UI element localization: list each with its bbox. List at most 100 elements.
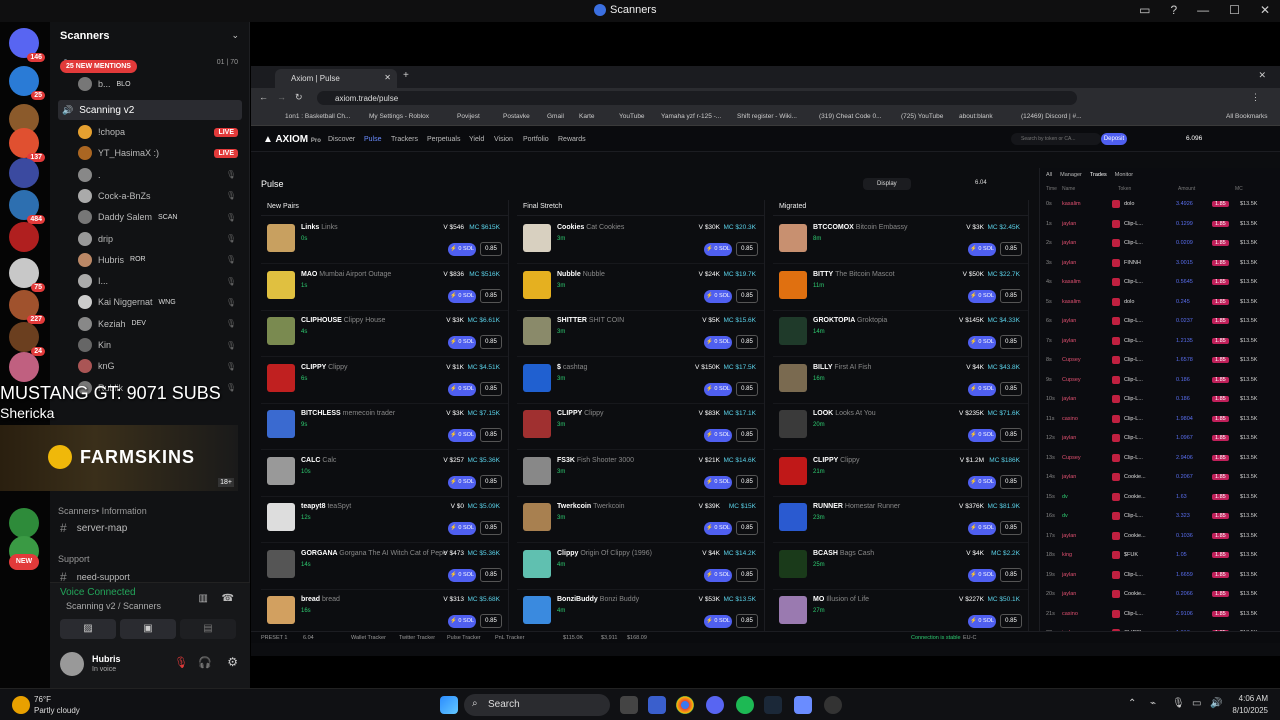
bookmark-item[interactable]: Gmail [547, 113, 564, 120]
quick-buy-button[interactable]: ⚡ 0 SOL [448, 615, 476, 628]
discord-icon[interactable] [706, 696, 724, 714]
token-card[interactable]: RUNNER Homestar Runner 23m V $376K MC $81.9… [773, 497, 1028, 543]
quick-buy-button[interactable]: ⚡ 0 SOL [968, 615, 996, 628]
footer-item[interactable]: Wallet Tracker [351, 635, 386, 641]
member-row[interactable]: . 🎙 [58, 165, 242, 185]
token-card[interactable]: Nubble Nubble 3m V $24K MC $19.7K ⚡ 0 SOL 0.8… [517, 265, 764, 311]
position-size[interactable]: 0.85 [736, 428, 758, 442]
tracker-tab[interactable]: All [1046, 172, 1052, 178]
server-icon[interactable]: 25 [9, 66, 45, 100]
footer-item[interactable]: 6.04 [303, 635, 314, 641]
quick-buy-button[interactable]: ⚡ 0 SOL [968, 336, 996, 349]
position-size[interactable]: 0.85 [480, 521, 502, 535]
trade-row[interactable]: 11s casino Clip-L... 1.9804 1.85 $13.5K [1044, 413, 1277, 426]
position-size[interactable]: 0.85 [480, 428, 502, 442]
voice-channel-scanning[interactable]: 🔊 Scanning v2 [58, 100, 242, 120]
bookmark-item[interactable]: (319) Cheat Code 0... [819, 113, 882, 120]
maximize-button[interactable]: ☐ [1229, 3, 1240, 17]
bookmark-item[interactable]: (12469) Discord | #... [1021, 113, 1082, 120]
app-icon[interactable] [794, 696, 812, 714]
member-row[interactable]: b... BLO [58, 74, 242, 94]
tracker-tab[interactable]: Trades [1090, 172, 1107, 178]
trade-row[interactable]: 6s jaylan Clip-L... 0.0237 1.85 $13.5K [1044, 315, 1277, 328]
quick-buy-button[interactable]: ⚡ 0 SOL [448, 522, 476, 535]
quick-buy-button[interactable]: ⚡ 0 SOL [448, 243, 476, 256]
quick-buy-button[interactable]: ⚡ 0 SOL [968, 382, 996, 396]
ad-banner[interactable]: FARMSKINS 18+ [0, 425, 238, 491]
tray-chevron-icon[interactable]: ⌃ [1128, 698, 1136, 709]
deposit-button[interactable]: Deposit [1101, 133, 1127, 145]
screen-share-button[interactable]: ▣ [120, 619, 176, 639]
position-size[interactable]: 0.85 [480, 242, 502, 256]
member-row[interactable]: Daddy Salem SCAN 🎙 [58, 207, 242, 227]
quick-buy-button[interactable]: ⚡ 0 SOL [704, 243, 732, 256]
token-card[interactable]: CLIPPY Clippy 6s V $1K MC $4.51K ⚡ 0 SOL 0.85 [261, 358, 508, 404]
bookmark-item[interactable]: Povijest [457, 113, 480, 120]
server-icon[interactable]: 137 [9, 128, 45, 162]
position-size[interactable]: 0.85 [480, 381, 502, 396]
url-input[interactable]: axiom.trade/pulse [317, 91, 1077, 105]
footer-item[interactable]: Pulse Tracker [447, 635, 481, 641]
obs-icon[interactable] [824, 696, 842, 714]
position-size[interactable]: 0.85 [736, 242, 758, 256]
quick-buy-button[interactable]: ⚡ 0 SOL [704, 336, 732, 349]
footer-item[interactable]: Twitter Tracker [399, 635, 435, 641]
position-size[interactable]: 0.85 [736, 288, 758, 303]
disconnect-icon[interactable]: ☎ [222, 593, 234, 604]
minimize-button[interactable]: — [1197, 3, 1209, 17]
quick-buy-button[interactable]: ⚡ 0 SOL [704, 522, 732, 535]
position-size[interactable]: 0.85 [1000, 381, 1022, 396]
position-size[interactable]: 0.85 [480, 614, 502, 628]
trade-row[interactable]: 18s king $FUK 1.05 1.85 $13.5K [1044, 549, 1277, 562]
clock[interactable]: 4:06 AM 8/10/2025 [1232, 693, 1268, 717]
display-icon[interactable]: ▭ [1192, 698, 1201, 709]
nav-vision[interactable]: Vision [494, 136, 513, 143]
token-card[interactable]: BITCHLESS memecoin trader 9s V $3K MC $7.15… [261, 404, 508, 450]
camera-off-button[interactable]: ▨ [60, 619, 116, 639]
category-support[interactable]: Support [58, 549, 242, 569]
position-size[interactable]: 0.85 [480, 288, 502, 303]
forward-icon[interactable]: → [277, 92, 286, 102]
weather-widget[interactable]: 76°F Partly cloudy [34, 694, 80, 716]
position-size[interactable]: 0.85 [736, 614, 758, 628]
bookmark-item[interactable]: (725) YouTube [901, 113, 943, 120]
close-window-button[interactable]: ✕ [1258, 70, 1266, 81]
quick-buy-button[interactable]: ⚡ 0 SOL [968, 289, 996, 303]
trade-row[interactable]: 10s jaylan Clip-L... 0.186 1.85 $13.5K [1044, 393, 1277, 406]
quick-buy-button[interactable]: ⚡ 0 SOL [968, 568, 996, 582]
nav-perpetuals[interactable]: Perpetuals [427, 136, 460, 143]
quick-buy-button[interactable]: ⚡ 0 SOL [968, 475, 996, 489]
server-icon[interactable] [9, 158, 39, 188]
balance-display[interactable]: 6.096 [1186, 135, 1202, 142]
quick-buy-button[interactable]: ⚡ 0 SOL [968, 243, 996, 256]
new-mentions-badge[interactable]: 25 NEW MENTIONS [60, 60, 137, 73]
display-button[interactable]: Display [863, 178, 911, 190]
token-card[interactable]: BCASH Bags Cash 25m V $4K MC $2.2K ⚡ 0 SOL 0.… [773, 544, 1028, 590]
trade-row[interactable]: 9s Cupsey Clip-L... 0.186 1.85 $13.5K [1044, 374, 1277, 387]
trade-row[interactable]: 0s kasalim dolo 3.4926 1.85 $13.5K [1044, 198, 1277, 211]
token-card[interactable]: Cookies Cat Cookies 3m V $30K MC $20.3K ⚡ 0 … [517, 218, 764, 264]
mic-muted-icon[interactable]: 🎙 [174, 656, 188, 669]
position-size[interactable]: 0.85 [1000, 474, 1022, 489]
reload-icon[interactable]: ↻ [295, 92, 303, 103]
trade-row[interactable]: 5s kasalim dolo 0.245 1.85 $13.5K [1044, 296, 1277, 309]
trade-row[interactable]: 19s jaylan Clip-L... 1.6659 1.85 $13.5K [1044, 569, 1277, 582]
steam-icon[interactable] [764, 696, 782, 714]
member-row[interactable]: Kin 🎙 [58, 335, 242, 355]
bookmark-item[interactable]: Yamaha yzf r-125 -... [661, 113, 721, 120]
help-icon[interactable]: ? [1170, 3, 1177, 17]
avatar[interactable] [60, 652, 84, 676]
quick-buy-button[interactable]: ⚡ 0 SOL [448, 336, 476, 349]
trade-row[interactable]: 1s jaylan Clip-L... 0.1299 1.85 $13.5K [1044, 218, 1277, 231]
position-size[interactable]: 0.85 [736, 521, 758, 535]
token-card[interactable]: BTCCOMOX Bitcoin Embassy 8m V $3K MC $2.45K… [773, 218, 1028, 264]
quick-buy-button[interactable]: ⚡ 0 SOL [704, 615, 732, 628]
quick-buy-button[interactable]: ⚡ 0 SOL [448, 289, 476, 303]
inbox-icon[interactable]: ▭ [1139, 3, 1150, 17]
server-icon[interactable] [9, 508, 39, 538]
server-icon[interactable] [9, 352, 39, 382]
trade-row[interactable]: 3s jaylan FINNH 3.0015 1.85 $13.5K [1044, 257, 1277, 270]
trade-row[interactable]: 20s jaylan Cookie... 0.2066 1.85 $13.5K [1044, 588, 1277, 601]
member-row[interactable]: YT_HasimaX :) LIVE [58, 143, 242, 163]
quick-buy-button[interactable]: ⚡ 0 SOL [448, 382, 476, 396]
